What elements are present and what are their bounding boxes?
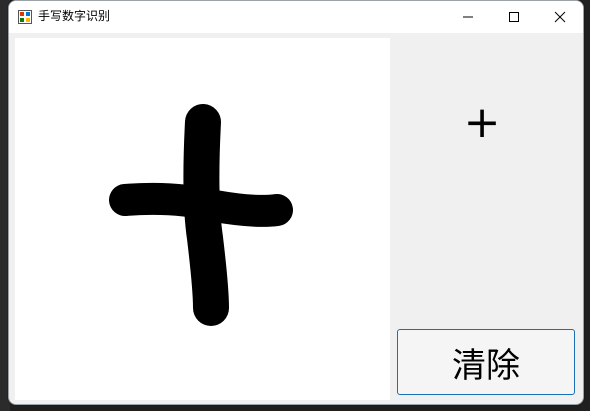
close-icon	[554, 11, 566, 23]
minimize-button[interactable]	[445, 1, 491, 33]
handwritten-stroke	[109, 104, 293, 326]
app-icon	[18, 10, 32, 24]
clear-button[interactable]: 清除	[397, 329, 575, 395]
close-button[interactable]	[537, 1, 583, 33]
recognition-result: +	[463, 97, 501, 148]
title-bar[interactable]: 手写数字识别	[9, 1, 583, 33]
app-window: 手写数字识别 + 清除	[8, 0, 584, 405]
maximize-icon	[509, 12, 519, 22]
drawing-canvas[interactable]	[15, 38, 390, 400]
maximize-button[interactable]	[491, 1, 537, 33]
minimize-icon	[463, 16, 473, 18]
window-title: 手写数字识别	[38, 9, 111, 23]
